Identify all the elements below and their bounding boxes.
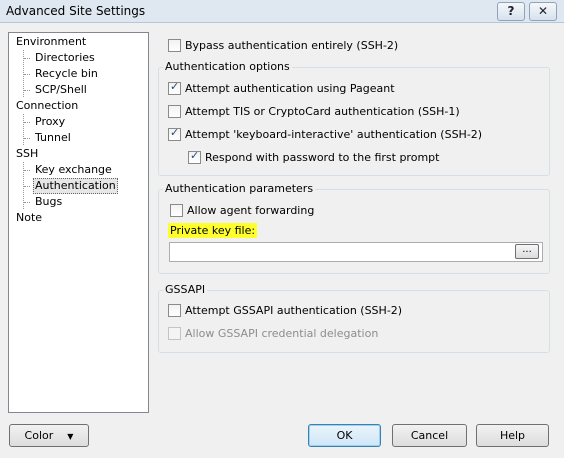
tree-branch xyxy=(24,186,30,187)
respond-password-checkbox[interactable]: Respond with password to the first promp… xyxy=(188,149,439,165)
close-button[interactable]: ✕ xyxy=(529,2,557,21)
chevron-down-icon: ▼ xyxy=(67,431,74,441)
help-title-button[interactable]: ? xyxy=(497,2,525,21)
tree-branch xyxy=(24,58,30,59)
auth-options-title: Authentication options xyxy=(163,60,292,73)
help-button[interactable]: Help xyxy=(476,424,549,447)
gssapi-group xyxy=(158,290,550,353)
title-bar: Advanced Site Settings ? ✕ xyxy=(0,0,564,23)
checkbox-box[interactable] xyxy=(170,203,183,217)
keyboard-interactive-label: Attempt 'keyboard-interactive' authentic… xyxy=(185,127,483,141)
tree-item-authentication[interactable]: Authentication xyxy=(33,178,118,194)
gssapi-attempt-label: Attempt GSSAPI authentication (SSH-2) xyxy=(185,303,403,317)
color-button-label: Color xyxy=(24,429,54,442)
respond-password-label: Respond with password to the first promp… xyxy=(205,150,440,164)
tree-item-note[interactable]: Note xyxy=(14,211,44,225)
window-title: Advanced Site Settings xyxy=(6,4,146,18)
gssapi-title: GSSAPI xyxy=(163,283,208,296)
checkbox-box[interactable] xyxy=(168,126,181,141)
tis-label: Attempt TIS or CryptoCard authentication… xyxy=(185,104,460,118)
tree-item-recycle-bin[interactable]: Recycle bin xyxy=(33,67,100,81)
pageant-label: Attempt authentication using Pageant xyxy=(185,81,395,95)
tree-item-connection[interactable]: Connection xyxy=(14,99,80,113)
cancel-button[interactable]: Cancel xyxy=(392,424,467,447)
checkbox-box[interactable] xyxy=(168,303,181,317)
bypass-auth-checkbox[interactable]: Bypass authentication entirely (SSH-2) xyxy=(168,37,398,53)
pageant-checkbox[interactable]: Attempt authentication using Pageant xyxy=(168,80,395,96)
tree-branch xyxy=(24,122,30,123)
tree-item-environment[interactable]: Environment xyxy=(14,35,88,49)
tree-item-tunnel[interactable]: Tunnel xyxy=(33,131,73,145)
gssapi-delegation-label: Allow GSSAPI credential delegation xyxy=(185,326,379,340)
tree-branch xyxy=(24,202,30,203)
gssapi-delegation-checkbox: Allow GSSAPI credential delegation xyxy=(168,325,378,341)
keyboard-interactive-checkbox[interactable]: Attempt 'keyboard-interactive' authentic… xyxy=(168,126,482,142)
tree-item-ssh[interactable]: SSH xyxy=(14,147,40,161)
tree-connector xyxy=(23,114,24,145)
tree-item-scp-shell[interactable]: SCP/Shell xyxy=(33,83,89,97)
checkbox-box[interactable] xyxy=(188,149,201,164)
browse-button[interactable]: ... xyxy=(515,244,539,259)
tree-item-key-exchange[interactable]: Key exchange xyxy=(33,163,114,177)
checkbox-box xyxy=(168,326,181,340)
checkbox-box[interactable] xyxy=(168,38,181,52)
tree-branch xyxy=(24,90,30,91)
checkbox-box[interactable] xyxy=(168,80,181,95)
auth-params-title: Authentication parameters xyxy=(163,182,316,195)
checkbox-box[interactable] xyxy=(168,104,181,118)
tree-item-directories[interactable]: Directories xyxy=(33,51,97,65)
settings-tree[interactable]: Environment Directories Recycle bin SCP/… xyxy=(8,32,149,413)
agent-forwarding-checkbox[interactable]: Allow agent forwarding xyxy=(170,202,314,218)
tree-branch xyxy=(24,138,30,139)
tree-item-bugs[interactable]: Bugs xyxy=(33,195,64,209)
tis-checkbox[interactable]: Attempt TIS or CryptoCard authentication… xyxy=(168,103,460,119)
ok-button[interactable]: OK xyxy=(308,424,381,447)
private-key-input[interactable] xyxy=(169,242,543,262)
agent-forwarding-label: Allow agent forwarding xyxy=(187,203,315,217)
bypass-auth-label: Bypass authentication entirely (SSH-2) xyxy=(185,38,399,52)
private-key-label: Private key file: xyxy=(168,223,258,238)
color-dropdown-button[interactable]: Color ▼ xyxy=(9,424,89,447)
tree-branch xyxy=(24,74,30,75)
tree-branch xyxy=(24,170,30,171)
gssapi-attempt-checkbox[interactable]: Attempt GSSAPI authentication (SSH-2) xyxy=(168,302,402,318)
tree-item-proxy[interactable]: Proxy xyxy=(33,115,67,129)
